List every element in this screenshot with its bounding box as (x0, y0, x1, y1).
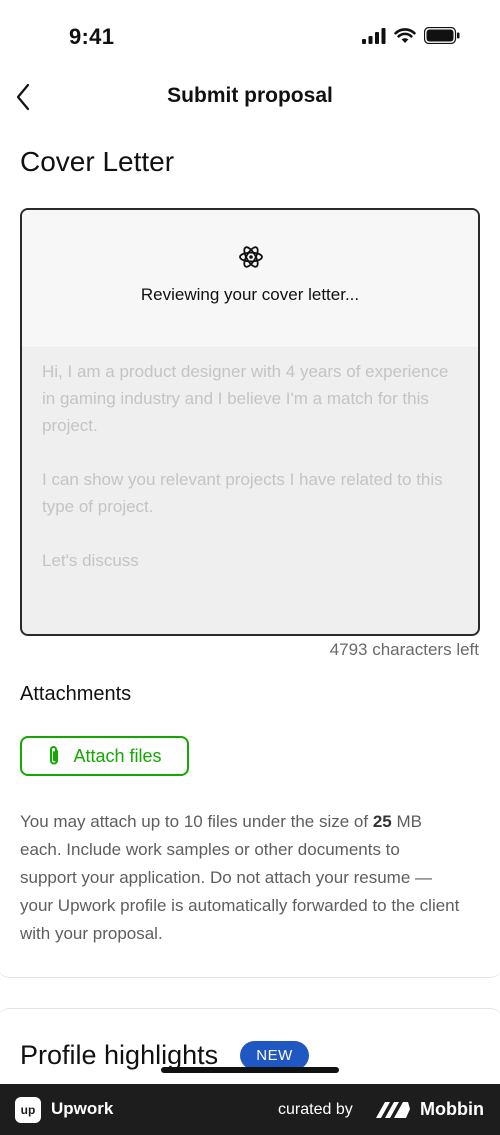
cover-letter-text: Hi, I am a product designer with 4 years… (42, 362, 449, 570)
characters-left-counter: 4793 characters left (329, 640, 479, 659)
upwork-logo-icon: up (15, 1097, 41, 1123)
attach-files-button[interactable]: Attach files (20, 736, 189, 776)
card-divider (0, 1008, 500, 1038)
home-indicator (161, 1067, 339, 1073)
status-icons (362, 27, 460, 44)
status-bar: 9:41 (0, 0, 500, 74)
footer-bar: up Upwork curated by Mobbin (0, 1084, 500, 1135)
navigation-bar: Submit proposal (0, 74, 500, 120)
cover-letter-heading: Cover Letter (20, 146, 175, 177)
status-time: 9:41 (69, 24, 115, 49)
mobbin-logo-icon (376, 1102, 410, 1118)
curated-by-label: curated by (278, 1101, 353, 1118)
review-status-text: Reviewing your cover letter... (140, 285, 360, 304)
review-overlay: Reviewing your cover letter... (22, 210, 478, 348)
new-badge: NEW (240, 1041, 309, 1070)
attachments-help-text: You may attach up to 10 files under the … (20, 812, 460, 943)
footer-app-name: Upwork (51, 1099, 114, 1118)
atom-icon (239, 246, 263, 268)
page-title: Submit proposal (167, 84, 333, 107)
attach-files-label: Attach files (73, 745, 162, 766)
footer-brand: Mobbin (420, 1099, 484, 1119)
wifi-icon (394, 27, 416, 43)
attachments-heading: Attachments (20, 683, 132, 705)
card-divider (0, 960, 500, 978)
battery-icon (424, 27, 460, 44)
cover-letter-textarea[interactable]: Hi, I am a product designer with 4 years… (20, 208, 480, 636)
signal-icon (362, 27, 386, 44)
paperclip-icon (50, 746, 59, 765)
